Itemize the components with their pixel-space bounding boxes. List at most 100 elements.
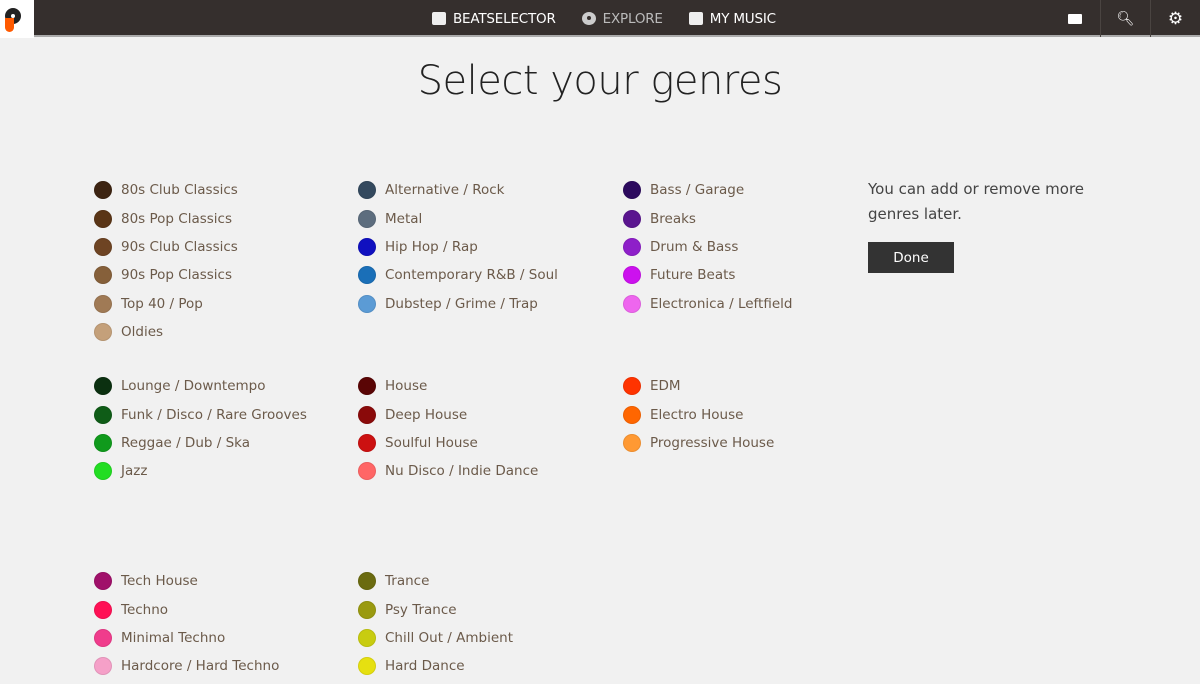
genre-color-dot[interactable] (94, 266, 112, 285)
genre-color-dot[interactable] (94, 628, 112, 647)
genre-color-dot[interactable] (94, 600, 112, 619)
genre-color-dot[interactable] (94, 657, 112, 676)
genre-label: Reggae / Dub / Ska (121, 434, 251, 451)
genre-color-dot[interactable] (94, 405, 112, 424)
genre-color-dot[interactable] (358, 294, 376, 313)
genre-label: Metal (385, 210, 423, 227)
genre-option[interactable]: Progressive House (623, 429, 774, 457)
nav-label: EXPLORE (602, 10, 663, 27)
chat-button[interactable] (1050, 0, 1100, 37)
genre-option[interactable]: Hip Hop / Rap (358, 233, 558, 261)
genre-label: Trance (385, 573, 430, 590)
genre-color-dot[interactable] (623, 294, 641, 313)
genre-option[interactable]: Electronica / Leftfield (623, 290, 792, 318)
genre-color-dot[interactable] (358, 377, 376, 396)
genre-color-dot[interactable] (358, 628, 376, 647)
search-button[interactable]: 🔍︎ (1100, 0, 1150, 37)
genre-option[interactable]: Psy Trance (358, 595, 513, 623)
genre-color-dot[interactable] (358, 209, 376, 228)
genre-color-dot[interactable] (358, 657, 376, 676)
genre-option[interactable]: 90s Club Classics (94, 233, 238, 261)
genre-label: Top 40 / Pop (121, 295, 203, 312)
genre-group: 80s Club Classics 80s Pop Classics 90s Clu… (94, 176, 238, 346)
genre-option[interactable]: Dubstep / Grime / Trap (358, 290, 558, 318)
genre-color-dot[interactable] (94, 377, 112, 396)
genre-color-dot[interactable] (358, 266, 376, 285)
nav-label: BEATSELECTOR (453, 10, 556, 27)
genre-label: Psy Trance (385, 601, 457, 618)
genre-color-dot[interactable] (358, 405, 376, 424)
genre-option[interactable]: Tech House (94, 567, 279, 595)
genre-color-dot[interactable] (94, 294, 112, 313)
genre-label: Drum & Bass (650, 238, 739, 255)
genre-option[interactable]: Oldies (94, 318, 238, 346)
genre-color-dot[interactable] (94, 323, 112, 342)
genre-option[interactable]: Hard Dance (358, 652, 513, 680)
genre-option[interactable]: Funk / Disco / Rare Grooves (94, 400, 307, 428)
genre-option[interactable]: Breaks (623, 204, 792, 232)
beatselector-icon (432, 12, 446, 25)
genre-option[interactable]: House (358, 372, 538, 400)
genre-option[interactable]: Bass / Garage (623, 176, 792, 204)
done-button[interactable]: Done (868, 242, 954, 273)
genre-label: 80s Club Classics (121, 182, 238, 199)
genre-option[interactable]: Chill Out / Ambient (358, 624, 513, 652)
genre-color-dot[interactable] (94, 462, 112, 481)
genre-color-dot[interactable] (623, 181, 641, 200)
genre-color-dot[interactable] (94, 433, 112, 452)
genre-group: Lounge / Downtempo Funk / Disco / Rare Gr… (94, 372, 307, 486)
genre-option[interactable]: Nu Disco / Indie Dance (358, 457, 538, 485)
genre-option[interactable]: 80s Pop Classics (94, 204, 238, 232)
box-icon (688, 12, 703, 25)
genre-option[interactable]: Metal (358, 204, 558, 232)
genre-option[interactable]: Minimal Techno (94, 624, 279, 652)
genre-label: Lounge / Downtempo (121, 378, 266, 395)
disc-icon (581, 12, 596, 25)
genre-color-dot[interactable] (358, 572, 376, 591)
top-nav: BEATSELECTOR EXPLORE MY MUSIC 🔍︎ ⚙ (0, 0, 1200, 38)
genre-option[interactable]: Jazz (94, 457, 307, 485)
genre-option[interactable]: Top 40 / Pop (94, 290, 238, 318)
genre-color-dot[interactable] (358, 462, 376, 481)
nav-explore[interactable]: EXPLORE (581, 10, 663, 27)
genre-group: EDM Electro House Progressive House (623, 372, 774, 457)
genre-option[interactable]: Alternative / Rock (358, 176, 558, 204)
genre-option[interactable]: Deep House (358, 400, 538, 428)
genre-option[interactable]: Reggae / Dub / Ska (94, 429, 307, 457)
genre-label: Contemporary R&B / Soul (385, 267, 558, 284)
settings-button[interactable]: ⚙ (1150, 0, 1200, 37)
genre-option[interactable]: Contemporary R&B / Soul (358, 261, 558, 289)
genre-option[interactable]: Electro House (623, 400, 774, 428)
nav-my-music[interactable]: MY MUSIC (688, 11, 776, 27)
genre-color-dot[interactable] (623, 237, 641, 256)
genre-option[interactable]: Hardcore / Hard Techno (94, 652, 279, 680)
genre-color-dot[interactable] (623, 377, 641, 396)
logo[interactable] (0, 0, 34, 38)
genre-label: House (385, 378, 428, 395)
nav-beatselector[interactable]: BEATSELECTOR (432, 11, 556, 27)
genre-color-dot[interactable] (358, 600, 376, 619)
genre-color-dot[interactable] (623, 209, 641, 228)
genre-color-dot[interactable] (623, 266, 641, 285)
genre-option[interactable]: Drum & Bass (623, 233, 792, 261)
genre-option[interactable]: 90s Pop Classics (94, 261, 238, 289)
chat-icon (1068, 13, 1082, 24)
genre-option[interactable]: Techno (94, 595, 279, 623)
genre-option[interactable]: EDM (623, 372, 774, 400)
genre-color-dot[interactable] (94, 237, 112, 256)
genre-color-dot[interactable] (358, 181, 376, 200)
genre-color-dot[interactable] (94, 209, 112, 228)
genre-option[interactable]: Future Beats (623, 261, 792, 289)
genre-color-dot[interactable] (358, 433, 376, 452)
genre-option[interactable]: Lounge / Downtempo (94, 372, 307, 400)
genre-color-dot[interactable] (623, 433, 641, 452)
genre-label: Hip Hop / Rap (385, 238, 478, 255)
genre-option[interactable]: 80s Club Classics (94, 176, 238, 204)
genre-color-dot[interactable] (358, 237, 376, 256)
genre-option[interactable]: Trance (358, 567, 513, 595)
genre-color-dot[interactable] (623, 405, 641, 424)
genre-color-dot[interactable] (94, 181, 112, 200)
genre-option[interactable]: Soulful House (358, 429, 538, 457)
genre-label: Minimal Techno (121, 629, 226, 646)
genre-color-dot[interactable] (94, 572, 112, 591)
